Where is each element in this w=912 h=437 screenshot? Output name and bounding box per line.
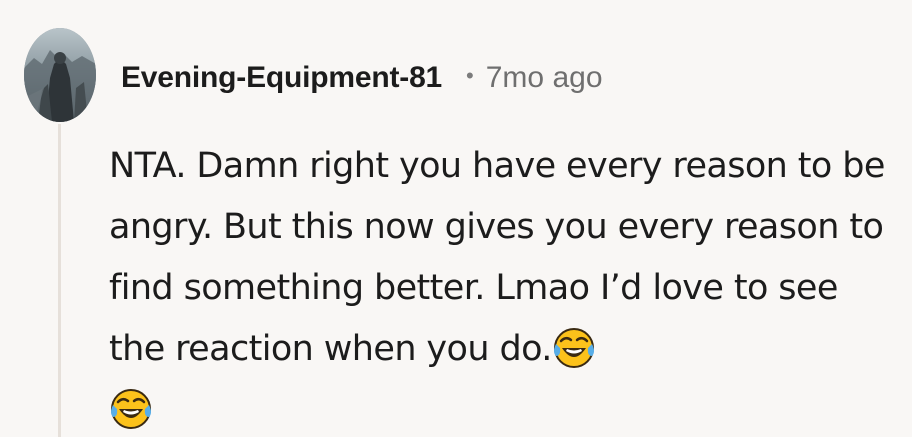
comment: Evening-Equipment-81 • 7mo ago NTA. Damn… — [0, 0, 912, 437]
meta-separator: • — [466, 63, 474, 88]
comment-text-content: NTA. Damn right you have every reason to… — [109, 146, 885, 369]
face-with-tears-of-joy-icon — [109, 387, 153, 431]
user-avatar[interactable] — [24, 28, 96, 122]
comment-text: NTA. Damn right you have every reason to… — [109, 136, 901, 437]
avatar-image — [24, 28, 96, 122]
comment-body: NTA. Damn right you have every reason to… — [109, 136, 901, 437]
comment-timestamp[interactable]: 7mo ago — [486, 61, 603, 95]
comment-meta: Evening-Equipment-81 • 7mo ago — [121, 56, 603, 100]
face-with-tears-of-joy-icon — [552, 326, 596, 370]
author-name[interactable]: Evening-Equipment-81 — [121, 61, 442, 95]
thread-line[interactable] — [58, 124, 61, 437]
